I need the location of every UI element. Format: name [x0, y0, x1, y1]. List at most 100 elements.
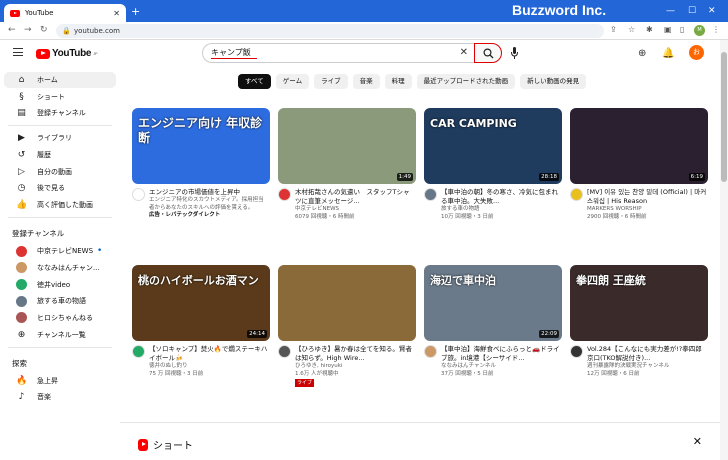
channel-name[interactable]: 週刊暴露隊的決戦実況チャンネル: [587, 363, 707, 371]
channel-name[interactable]: 徳井のぬし釣り: [149, 363, 269, 371]
close-window-icon[interactable]: ✕: [708, 6, 716, 16]
close-tab-icon[interactable]: ✕: [113, 9, 120, 18]
maximize-icon[interactable]: ☐: [688, 6, 696, 16]
clear-search-icon[interactable]: ✕: [460, 44, 468, 62]
sidebar-item-your-videos[interactable]: ▷ 自分の動画: [4, 164, 116, 180]
url-field[interactable]: 🔒 youtube.com: [56, 24, 604, 38]
browser-tab[interactable]: YouTube ✕: [4, 4, 126, 22]
video-thumbnail[interactable]: 6:19: [570, 108, 708, 184]
channel-avatar[interactable]: [424, 345, 437, 358]
page-scrollbar[interactable]: [720, 40, 728, 460]
sidebar-item-all-channels[interactable]: ⊕ チャンネル一覧: [4, 327, 116, 343]
sidebar-item-sub-tokui[interactable]: 徳井video: [4, 277, 116, 293]
bookmark-star-icon[interactable]: ☆: [628, 25, 635, 34]
video-duration: 22:09: [539, 330, 559, 338]
voice-search-icon[interactable]: [511, 47, 518, 59]
video-card[interactable]: エンジニア向け 年収診断エンジニアの市場価値を上昇中 エンジニア特化のスカウトメデ…: [132, 108, 270, 220]
minimize-icon[interactable]: —: [666, 6, 675, 16]
hamburger-menu-icon[interactable]: [13, 48, 23, 56]
sidebar-item-library[interactable]: ▶ ライブラリ: [4, 130, 116, 146]
channel-avatar[interactable]: [570, 188, 583, 201]
video-card[interactable]: 海辺で車中泊 22:09 【車中泊】海鮮食べにふらっと🚗ドライブ旅。in境港【シーサ…: [424, 265, 562, 378]
sidebar-item-label: ホーム: [37, 76, 58, 84]
chip-cooking[interactable]: 料理: [384, 74, 412, 89]
channel-name[interactable]: 広告・レバテックダイレクト: [149, 212, 269, 220]
channel-avatar[interactable]: [132, 345, 145, 358]
account-avatar[interactable]: お: [689, 45, 704, 60]
video-title[interactable]: 【車中泊】海鮮食べにふらっと🚗ドライブ旅。in境港【シーサイド...: [441, 345, 561, 363]
video-title[interactable]: 木村拓哉さんの気遣い スタッフTシャツに直筆メッセージ...: [295, 188, 415, 206]
reload-icon[interactable]: ↻: [40, 25, 48, 35]
channel-name[interactable]: 旅する車の物語: [441, 206, 561, 214]
scrollbar-thumb[interactable]: [721, 52, 727, 182]
sidebar-item-sub-hiroshi[interactable]: ヒロシちゃんねる: [4, 310, 116, 326]
video-title[interactable]: 【ソロキャンプ】焚火🔥で燗ステーキハイボール🍻: [149, 345, 269, 363]
chip-live[interactable]: ライブ: [314, 74, 348, 89]
channel-avatar[interactable]: [132, 188, 145, 201]
video-title[interactable]: エンジニアの市場価値を上昇中: [149, 188, 269, 197]
channel-avatar[interactable]: [278, 188, 291, 201]
sidebar-item-liked[interactable]: 👍 高く評価した動画: [4, 197, 116, 213]
sidebar-item-history[interactable]: ↺ 履歴: [4, 147, 116, 163]
video-card[interactable]: 6:19 [MV] 이유 있는 찬양 밑데 (Official) | 마커스워십 …: [570, 108, 708, 221]
video-thumbnail[interactable]: エンジニア向け 年収診断: [132, 108, 270, 184]
sidebar-item-trending[interactable]: 🔥 急上昇: [4, 373, 116, 389]
youtube-logo[interactable]: YouTube JP: [36, 48, 98, 59]
video-title[interactable]: 【車中泊の朝】冬の寒さ、冷気に包まれる車中泊。大失敗...: [441, 188, 561, 206]
dismiss-shorts-icon[interactable]: ✕: [693, 435, 702, 448]
video-title[interactable]: [MV] 이유 있는 찬양 밑데 (Official) | 마커스워십 | Hi…: [587, 188, 707, 206]
channel-name[interactable]: 中京テレビNEWS: [295, 206, 415, 214]
ad-description: エンジニア特化のスカウトメディア。採用担当者からあなたのスキルへの評価を貰える。: [149, 197, 264, 211]
sidebar-item-label: ライブラリ: [37, 134, 72, 143]
new-tab-button[interactable]: +: [131, 5, 140, 18]
sidebar-item-shorts[interactable]: § ショート: [4, 89, 116, 105]
chip-recently-uploaded[interactable]: 最近アップロードされた動画: [416, 74, 516, 89]
browser-menu-icon[interactable]: ⋮: [712, 25, 720, 34]
back-icon[interactable]: ←: [8, 25, 16, 35]
split-view-icon[interactable]: ▣: [664, 25, 672, 34]
chip-new-to-you[interactable]: 新しい動画の発見: [520, 74, 587, 89]
create-video-icon[interactable]: ⊕: [638, 48, 646, 59]
notifications-bell-icon[interactable]: 🔔: [662, 48, 674, 59]
extensions-icon[interactable]: ✱: [646, 25, 653, 34]
video-card[interactable]: 【ひろゆき】暑か春は全てを知る。賢者は知らず。High Wire... ひろゆき,…: [278, 265, 416, 387]
channel-avatar[interactable]: [278, 345, 291, 358]
channel-name[interactable]: MARKERS WORSHIP: [587, 206, 707, 214]
sidebar-item-subscriptions[interactable]: ▤ 登録チャンネル: [4, 105, 116, 121]
youtube-play-icon: [36, 48, 50, 59]
sidebar-item-music[interactable]: ♪ 音楽: [4, 389, 116, 405]
sidepanel-icon[interactable]: ▯: [680, 25, 684, 34]
video-card[interactable]: 桃のハイボールお酒マン 24:14 【ソロキャンプ】焚火🔥で燗ステーキハイボール🍻 徳…: [132, 265, 270, 378]
forward-icon[interactable]: →: [24, 25, 32, 35]
video-title[interactable]: 【ひろゆき】暑か春は全てを知る。賢者は知らず。High Wire...: [295, 345, 415, 363]
sidebar-item-sub-tabisuru[interactable]: 旅する車の物語: [4, 293, 116, 309]
sidebar-item-sub-chukyo[interactable]: 中京テレビNEWS •: [4, 243, 116, 259]
chip-music[interactable]: 音楽: [352, 74, 380, 89]
video-card[interactable]: 1:49 木村拓哉さんの気遣い スタッフTシャツに直筆メッセージ... 中京テレビN…: [278, 108, 416, 221]
video-thumbnail[interactable]: CAR CAMPING 28:18: [424, 108, 562, 184]
shorts-logo-icon: [138, 438, 148, 451]
channel-name[interactable]: ななみはんチャンネル: [441, 363, 561, 371]
channel-avatar[interactable]: [424, 188, 437, 201]
channel-avatar[interactable]: [570, 345, 583, 358]
video-card[interactable]: CAR CAMPING 28:18 【車中泊の朝】冬の寒さ、冷気に包まれる車中泊。大…: [424, 108, 562, 221]
video-thumbnail[interactable]: 1:49: [278, 108, 416, 184]
search-button[interactable]: [474, 43, 502, 63]
sidebar-item-home[interactable]: ⌂ ホーム: [4, 72, 116, 88]
share-icon[interactable]: ⇪: [610, 25, 617, 34]
video-title[interactable]: Vol.284【こんなにも実力差が!?拳四郎 京口(TKO解説付き)...: [587, 345, 707, 363]
youtube-header: YouTube JP キャンプ飯 ✕ ⊕ 🔔 お: [0, 40, 720, 70]
chip-all[interactable]: すべて: [238, 74, 271, 89]
search-input[interactable]: キャンプ飯 ✕: [202, 43, 474, 63]
profile-avatar[interactable]: M: [694, 25, 705, 36]
sidebar-item-watch-later[interactable]: ◷ 後で見る: [4, 180, 116, 196]
video-card[interactable]: 拳四朗 王座統 Vol.284【こんなにも実力差が!?拳四郎 京口(TKO解説付き…: [570, 265, 708, 378]
chip-games[interactable]: ゲーム: [275, 74, 310, 89]
sidebar-item-sub-nanamihan[interactable]: ななみはんチャン...: [4, 260, 116, 276]
video-thumbnail[interactable]: 海辺で車中泊 22:09: [424, 265, 562, 341]
video-thumbnail[interactable]: 拳四朗 王座統: [570, 265, 708, 341]
video-thumbnail[interactable]: [278, 265, 416, 341]
channel-name[interactable]: ひろゆき, hiroyuki: [295, 363, 415, 371]
sidebar-item-label: 自分の動画: [37, 167, 72, 176]
video-thumbnail[interactable]: 桃のハイボールお酒マン 24:14: [132, 265, 270, 341]
